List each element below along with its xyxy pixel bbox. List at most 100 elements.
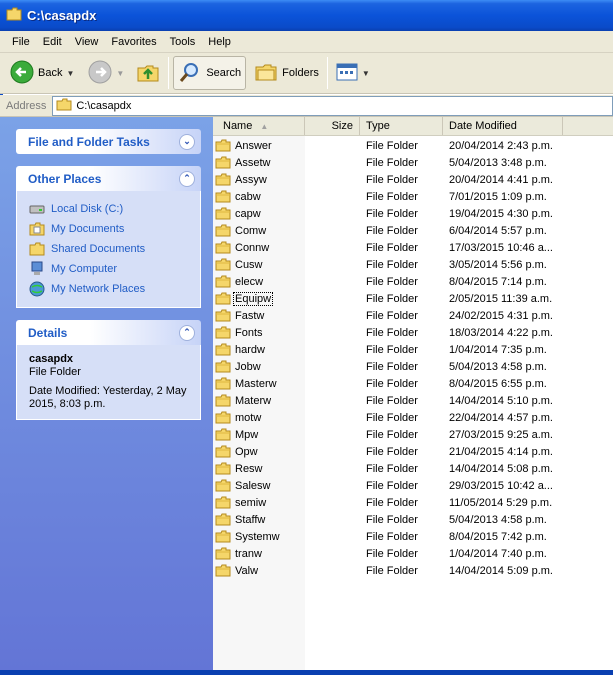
column-header-type[interactable]: Type xyxy=(360,117,443,135)
file-type: File Folder xyxy=(366,394,418,407)
file-row[interactable]: Mpw File Folder 27/03/2015 9:25 a.m. xyxy=(213,426,613,443)
file-name-cell[interactable]: Answer xyxy=(215,139,273,152)
file-name: Jobw xyxy=(235,360,261,373)
file-name-cell[interactable]: elecw xyxy=(215,275,264,288)
details-header[interactable]: Details ⌃ xyxy=(16,320,201,345)
file-name-cell[interactable]: semiw xyxy=(215,496,267,509)
column-header-date-modified[interactable]: Date Modified xyxy=(443,117,563,135)
file-row[interactable]: Assyw File Folder 20/04/2014 4:41 p.m. xyxy=(213,171,613,188)
file-name-cell[interactable]: Materw xyxy=(215,394,272,407)
column-header-size[interactable]: Size xyxy=(305,117,360,135)
chevron-down-icon[interactable]: ▼ xyxy=(362,69,370,78)
back-label: Back xyxy=(38,67,63,79)
chevron-down-icon[interactable]: ▼ xyxy=(116,69,124,78)
file-name-cell[interactable]: Valw xyxy=(215,564,259,577)
menu-edit[interactable]: Edit xyxy=(37,36,68,48)
search-button[interactable]: Search xyxy=(173,56,247,90)
file-row[interactable]: Answer File Folder 20/04/2014 2:43 p.m. xyxy=(213,137,613,154)
file-row[interactable]: Fonts File Folder 18/03/2014 4:22 p.m. xyxy=(213,324,613,341)
file-name: Opw xyxy=(235,445,258,458)
file-name-cell[interactable]: Fastw xyxy=(215,309,265,322)
file-name-cell[interactable]: Staffw xyxy=(215,513,266,526)
file-name-cell[interactable]: Masterw xyxy=(215,377,278,390)
file-row[interactable]: elecw File Folder 8/04/2015 7:14 p.m. xyxy=(213,273,613,290)
file-name-cell[interactable]: Resw xyxy=(215,462,264,475)
file-row[interactable]: Connw File Folder 17/03/2015 10:46 a... xyxy=(213,239,613,256)
file-row[interactable]: Jobw File Folder 5/04/2013 4:58 p.m. xyxy=(213,358,613,375)
file-row[interactable]: semiw File Folder 11/05/2014 5:29 p.m. xyxy=(213,494,613,511)
file-name-cell[interactable]: tranw xyxy=(215,547,263,560)
menu-view[interactable]: View xyxy=(69,36,105,48)
file-date-modified: 14/04/2014 5:08 p.m. xyxy=(449,462,553,475)
file-name-cell[interactable]: Mpw xyxy=(215,428,259,441)
file-row[interactable]: tranw File Folder 1/04/2014 7:40 p.m. xyxy=(213,545,613,562)
file-name-cell[interactable]: Systemw xyxy=(215,530,281,543)
file-name-cell[interactable]: cabw xyxy=(215,190,262,203)
collapse-chevron-icon[interactable]: ⌃ xyxy=(179,324,195,341)
column-header-name[interactable]: Name ▲ xyxy=(213,117,305,135)
file-row[interactable]: Fastw File Folder 24/02/2015 4:31 p.m. xyxy=(213,307,613,324)
chevron-down-icon[interactable]: ▼ xyxy=(66,69,74,78)
other-places-header[interactable]: Other Places ⌃ xyxy=(16,166,201,191)
file-name-cell[interactable]: Opw xyxy=(215,445,259,458)
menu-file[interactable]: File xyxy=(6,36,36,48)
file-row[interactable]: Salesw File Folder 29/03/2015 10:42 a... xyxy=(213,477,613,494)
file-folder-tasks-header[interactable]: File and Folder Tasks ⌄ xyxy=(16,129,201,154)
file-name-cell[interactable]: Cusw xyxy=(215,258,264,271)
file-name-cell[interactable]: Assetw xyxy=(215,156,271,169)
file-row[interactable]: Valw File Folder 14/04/2014 5:09 p.m. xyxy=(213,562,613,579)
file-name-cell[interactable]: Connw xyxy=(215,241,270,254)
file-row[interactable]: Opw File Folder 21/04/2015 4:14 p.m. xyxy=(213,443,613,460)
file-name-cell[interactable]: Jobw xyxy=(215,360,262,373)
up-folder-icon xyxy=(136,60,160,87)
file-row[interactable]: Systemw File Folder 8/04/2015 7:42 p.m. xyxy=(213,528,613,545)
menu-help[interactable]: Help xyxy=(202,36,237,48)
file-name-cell[interactable]: Assyw xyxy=(215,173,268,186)
file-name-cell[interactable]: capw xyxy=(215,207,262,220)
file-row[interactable]: Cusw File Folder 3/05/2014 5:56 p.m. xyxy=(213,256,613,273)
place-my-computer[interactable]: My Computer xyxy=(29,259,188,279)
menu-favorites[interactable]: Favorites xyxy=(105,36,162,48)
title-bar[interactable]: C:\casapdx xyxy=(0,0,613,31)
file-row[interactable]: Staffw File Folder 5/04/2013 4:58 p.m. xyxy=(213,511,613,528)
back-button[interactable]: Back ▼ xyxy=(6,56,78,90)
forward-button[interactable]: ▼ xyxy=(84,56,128,90)
file-list[interactable]: Name ▲ Size Type Date Modified Answer Fil… xyxy=(213,117,613,670)
file-row[interactable]: Materw File Folder 14/04/2014 5:10 p.m. xyxy=(213,392,613,409)
file-row[interactable]: Assetw File Folder 5/04/2013 3:48 p.m. xyxy=(213,154,613,171)
file-row[interactable]: Masterw File Folder 8/04/2015 6:55 p.m. xyxy=(213,375,613,392)
collapse-chevron-icon[interactable]: ⌃ xyxy=(179,170,195,187)
file-name: Mpw xyxy=(235,428,259,441)
file-name-cell[interactable]: Fonts xyxy=(215,326,264,339)
file-name-cell[interactable]: Salesw xyxy=(215,479,271,492)
address-field[interactable]: C:\casapdx xyxy=(52,95,613,116)
file-row[interactable]: capw File Folder 19/04/2015 4:30 p.m. xyxy=(213,205,613,222)
folder-icon xyxy=(215,428,231,441)
folder-icon xyxy=(215,547,231,560)
place-my-network-places[interactable]: My Network Places xyxy=(29,279,188,299)
folder-icon xyxy=(56,98,72,114)
file-name-cell[interactable]: hardw xyxy=(215,343,266,356)
file-row[interactable]: cabw File Folder 7/01/2015 1:09 p.m. xyxy=(213,188,613,205)
file-row[interactable]: Equipw File Folder 2/05/2015 11:39 a.m. xyxy=(213,290,613,307)
place-shared-documents[interactable]: Shared Documents xyxy=(29,239,188,259)
menu-tools[interactable]: Tools xyxy=(164,36,202,48)
file-type: File Folder xyxy=(366,377,418,390)
place-local-disk[interactable]: Local Disk (C:) xyxy=(29,199,188,219)
up-folder-button[interactable] xyxy=(132,56,164,90)
file-name-cell[interactable]: Comw xyxy=(215,224,267,237)
views-button[interactable]: ▼ xyxy=(332,56,374,90)
column-label: Name xyxy=(223,120,253,132)
file-date-modified: 1/04/2014 7:35 p.m. xyxy=(449,343,547,356)
expand-chevron-icon[interactable]: ⌄ xyxy=(179,133,195,150)
file-type: File Folder xyxy=(366,190,418,203)
file-name-cell[interactable]: Equipw xyxy=(215,291,274,306)
place-my-documents[interactable]: My Documents xyxy=(29,219,188,239)
file-row[interactable]: Resw File Folder 14/04/2014 5:08 p.m. xyxy=(213,460,613,477)
file-row[interactable]: hardw File Folder 1/04/2014 7:35 p.m. xyxy=(213,341,613,358)
file-type: File Folder xyxy=(366,360,418,373)
file-row[interactable]: Comw File Folder 6/04/2014 5:57 p.m. xyxy=(213,222,613,239)
file-row[interactable]: motw File Folder 22/04/2014 4:57 p.m. xyxy=(213,409,613,426)
folders-button[interactable]: Folders xyxy=(250,56,323,90)
file-name-cell[interactable]: motw xyxy=(215,411,262,424)
